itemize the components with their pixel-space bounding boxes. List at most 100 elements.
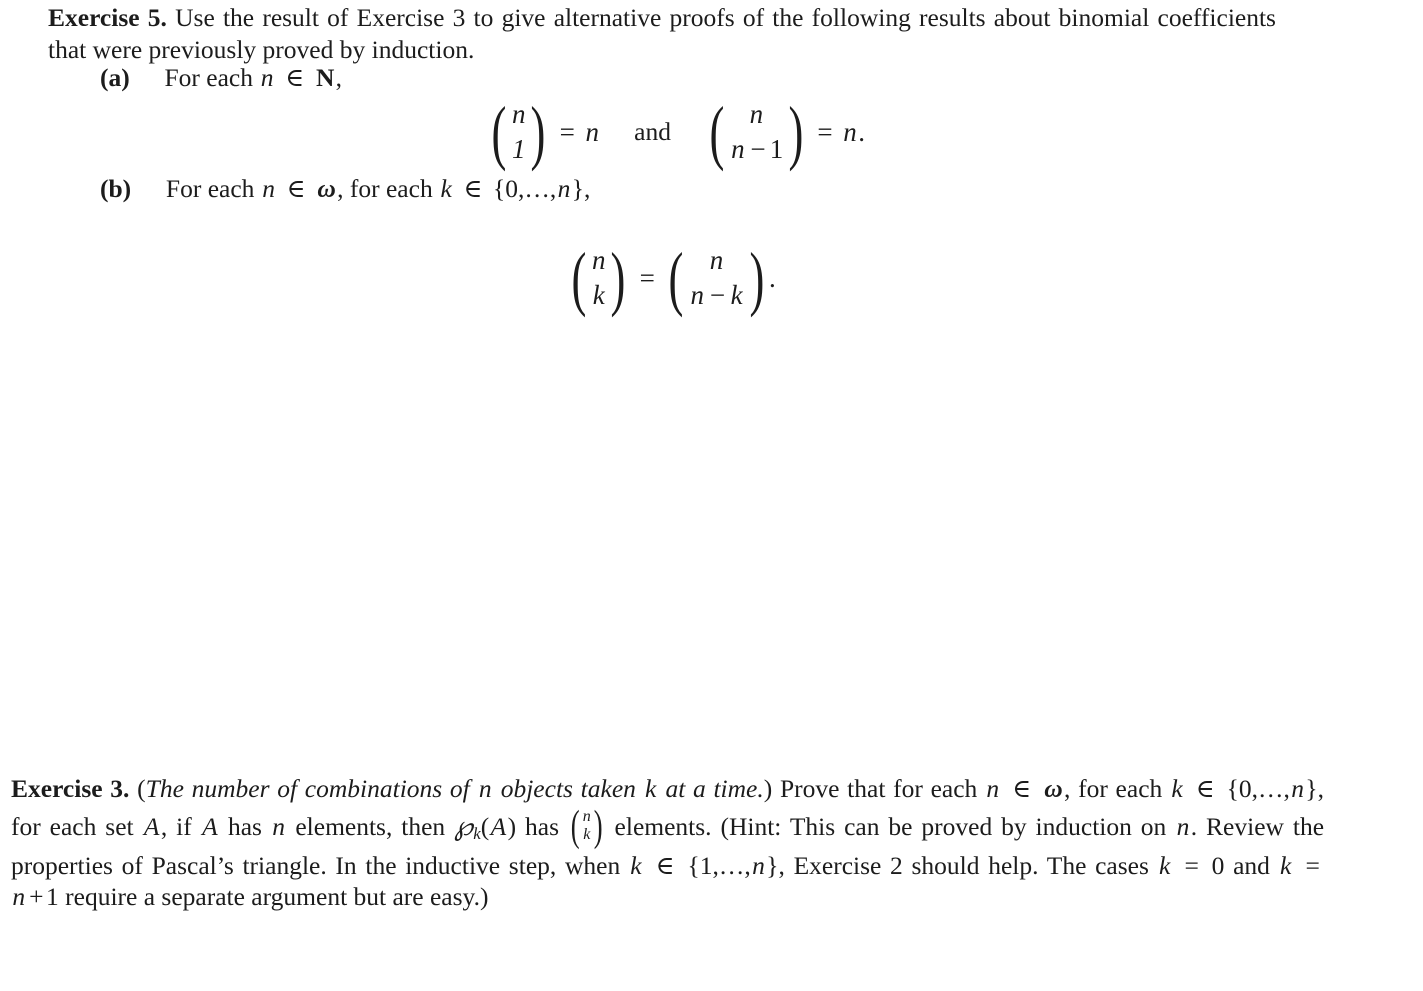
- item-a-var-n: n: [260, 63, 274, 92]
- left-paren: (: [571, 238, 587, 318]
- exercise-3-hint-c: , Exercise 2 should help. The cases: [778, 850, 1149, 880]
- exercise-3-member-op-2: ∈: [1195, 774, 1215, 803]
- exercise-3-hint-set-close: }: [766, 850, 779, 880]
- exercise-3-sentence-1g: has: [525, 811, 560, 841]
- binomial-n-over-k: ( n k ): [567, 242, 630, 314]
- item-b-set-zero: 0: [505, 174, 518, 203]
- exercise-3-var-A: A: [143, 811, 160, 841]
- right-paren: ): [749, 238, 765, 318]
- equation-a-terminator: .: [858, 116, 865, 147]
- exercise-3-var-A-2: A: [202, 811, 218, 841]
- exercise-3-paren-A-close: ): [507, 811, 517, 841]
- exercise-3-member-op-3: ∈: [655, 850, 675, 880]
- item-a-text: For each: [164, 63, 253, 92]
- exercise-3-val-n: n: [12, 882, 26, 912]
- display-equation-a: ( n 1 ) = n and ( n n −1 ) = n.: [487, 96, 865, 168]
- exercise-3-paren-A-open: (: [480, 811, 490, 841]
- left-paren: (: [668, 238, 684, 318]
- exercise-3-set-omega: ω: [1044, 774, 1063, 803]
- exercise-3-var-k-4: k: [1280, 850, 1292, 880]
- exercise-3-sentence-1h: elements.: [614, 811, 712, 841]
- item-b-set-n: n: [557, 174, 571, 203]
- exercise-5-body: Use the result of Exercise 3 to give alt…: [48, 3, 1276, 64]
- exercise-3-hint-and: and: [1233, 850, 1270, 880]
- exercise-3-var-n: n: [986, 774, 1000, 803]
- binomial-top: n: [511, 98, 526, 129]
- item-a-comma: ,: [335, 63, 343, 92]
- exercise-3-member-op: ∈: [1012, 774, 1032, 803]
- binomial-top: n: [709, 244, 724, 275]
- exercise-3-set-n: n: [1291, 774, 1304, 803]
- item-a-member-op: ∈: [285, 63, 305, 92]
- left-paren: (: [570, 802, 580, 850]
- item-b-member-op: ∈: [286, 174, 306, 203]
- equation-b-terminator: .: [769, 262, 776, 293]
- item-a-marker: (a): [100, 63, 130, 92]
- exercise-3-set-close: }: [1305, 774, 1318, 803]
- binomial-top: n: [591, 244, 606, 275]
- exercise-3-script-P-subscript: k: [473, 824, 481, 844]
- binomial-bottom: k: [592, 279, 605, 310]
- item-b-var-k: k: [440, 174, 452, 203]
- exercise-3-var-A-3: A: [490, 811, 507, 841]
- binomial-top: n: [749, 98, 764, 129]
- exercise-3-eq-1: =: [1184, 850, 1199, 880]
- equation-a-conjunction: and: [634, 117, 671, 146]
- item-b-marker: (b): [100, 174, 132, 203]
- left-paren: (: [491, 92, 507, 172]
- binomial-bottom: n − k: [690, 279, 743, 310]
- equation-a-right-value: n: [585, 116, 600, 147]
- equation-a-relation: =: [559, 116, 575, 147]
- item-b-text-for-each: For each: [165, 174, 255, 203]
- exercise-3-hint-d: require a separate argument but are easy…: [65, 882, 489, 912]
- document-page: Exercise 5. Use the result of Exercise 3…: [0, 0, 1423, 991]
- binomial-n-over-n-minus-1: ( n n −1 ): [705, 96, 809, 168]
- exercise-3-val-1: 1: [46, 882, 59, 912]
- exercise-5-item-a: (a) For each n ∈ N,: [100, 63, 1270, 93]
- exercise-5-item-b: (b) For each n ∈ ω, for each k ∈ {0,…,n}…: [100, 174, 1270, 204]
- exercise-5-paragraph: Exercise 5. Use the result of Exercise 3…: [48, 2, 1276, 65]
- exercise-3-italic-var-n: n: [478, 774, 492, 803]
- item-b-set-close: }: [571, 174, 585, 203]
- item-b-var-n: n: [262, 174, 275, 203]
- binomial-n-over-1: ( n 1 ): [487, 96, 550, 168]
- binomial-bottom: n −1: [731, 133, 784, 164]
- exercise-5-label: Exercise 5.: [48, 3, 167, 32]
- exercise-3-italic-title-1: The number of combinations of: [145, 774, 470, 803]
- exercise-3-hint-open: (Hint: This can be proved by induction o…: [720, 811, 1167, 841]
- display-equation-b: ( n k ) = ( n n − k ) .: [567, 242, 776, 314]
- equation-a-second-relation: =: [817, 116, 833, 147]
- right-paren: ): [611, 238, 626, 318]
- binomial-bottom: 1: [511, 133, 526, 164]
- exercise-3-var-n-2: n: [272, 811, 286, 841]
- exercise-3-plus: +: [29, 882, 44, 912]
- exercise-3-script-P: ℘: [454, 810, 473, 842]
- item-b-separator: , for each: [337, 174, 433, 203]
- exercise-3-sentence-1b: , for each: [1064, 774, 1163, 803]
- exercise-3-set-ellipsis: ,…,: [1251, 774, 1290, 803]
- exercise-3-sentence-1d: , if: [160, 811, 192, 841]
- equation-a-second-value: n: [843, 116, 857, 147]
- item-b-comma: ,: [584, 174, 591, 203]
- left-paren: (: [709, 92, 725, 172]
- item-b-set-ellipsis: ,…,: [517, 174, 557, 203]
- item-b-set-omega: ω: [317, 174, 336, 203]
- exercise-3-hint-set-open: {: [687, 850, 700, 880]
- exercise-3-var-k-2: k: [630, 850, 642, 880]
- right-paren: ): [594, 802, 603, 850]
- exercise-3-hint-set-n: n: [752, 850, 765, 880]
- right-paren: ): [531, 92, 546, 172]
- item-b-set-open: {: [492, 174, 506, 203]
- exercise-3-set-open: {: [1226, 774, 1239, 803]
- binomial-top: n: [582, 808, 591, 826]
- exercise-3-eq-2: =: [1305, 850, 1320, 880]
- right-paren: ): [788, 92, 804, 172]
- exercise-3-italic-title-2: objects taken: [500, 774, 636, 803]
- inline-binomial-n-over-k: ( n k ): [568, 805, 606, 848]
- equation-b-relation: =: [639, 262, 655, 293]
- exercise-3-paren-open: (: [137, 774, 146, 803]
- exercise-3-val-0: 0: [1211, 850, 1225, 880]
- exercise-3-paragraph: Exercise 3. (The number of combinations …: [11, 773, 1324, 913]
- exercise-3-var-k: k: [1171, 774, 1183, 803]
- exercise-3-hint-set-ellipsis: ,…,: [712, 850, 751, 880]
